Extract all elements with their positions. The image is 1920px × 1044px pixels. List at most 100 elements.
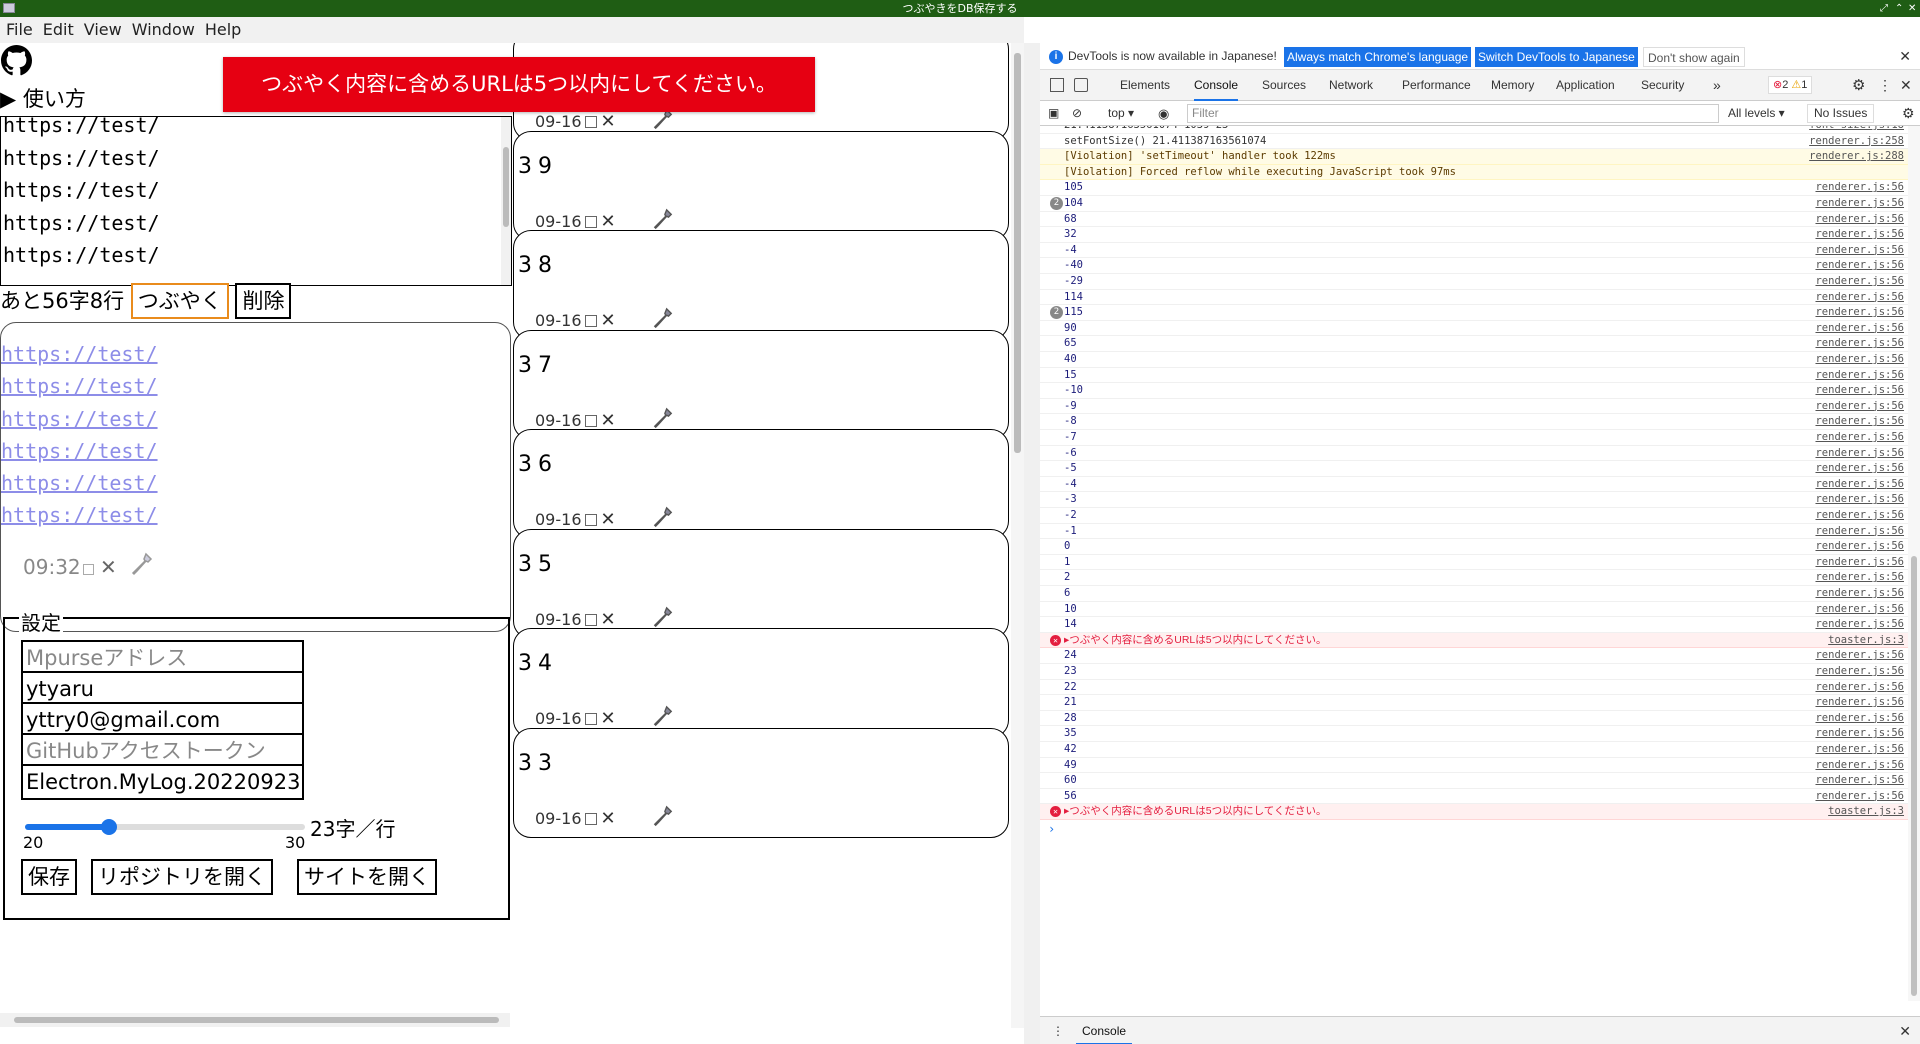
delete-post-icon[interactable]: ✕ <box>601 509 616 530</box>
source-link[interactable]: renderer.js:56 <box>1815 383 1904 399</box>
source-link[interactable]: renderer.js:56 <box>1815 789 1904 805</box>
usage-summary[interactable]: ▶ 使い方 <box>0 83 86 113</box>
delete-post-icon[interactable]: ✕ <box>601 211 616 232</box>
source-link[interactable]: renderer.js:56 <box>1815 461 1904 477</box>
console-settings-icon[interactable]: ⚙ <box>1902 101 1915 126</box>
source-link[interactable]: renderer.js:56 <box>1815 695 1904 711</box>
source-link[interactable]: renderer.js:56 <box>1815 711 1904 727</box>
post-checkbox[interactable] <box>584 116 597 128</box>
issues-button[interactable]: No Issues <box>1807 104 1875 123</box>
source-link[interactable]: renderer.js:56 <box>1815 508 1904 524</box>
preview-link[interactable]: https://test/ <box>1 435 158 467</box>
source-link[interactable]: renderer.js:56 <box>1815 321 1904 337</box>
source-link[interactable]: renderer.js:56 <box>1815 368 1904 384</box>
pin-icon[interactable] <box>652 705 674 727</box>
pane-divider[interactable] <box>1024 43 1040 1044</box>
preview-link[interactable]: https://test/ <box>1 370 158 402</box>
source-link[interactable]: renderer.js:56 <box>1815 742 1904 758</box>
switch-to-japanese-button[interactable]: Switch DevTools to Japanese <box>1475 47 1638 67</box>
delete-post-icon[interactable]: ✕ <box>601 708 616 729</box>
post-checkbox[interactable] <box>584 613 597 626</box>
source-link[interactable]: renderer.js:56 <box>1815 758 1904 774</box>
post-checkbox[interactable] <box>584 514 597 526</box>
source-link[interactable]: renderer.js:56 <box>1815 212 1904 228</box>
preview-link[interactable]: https://test/ <box>1 338 158 370</box>
source-link[interactable]: renderer.js:288 <box>1809 149 1904 165</box>
delete-post-icon[interactable]: ✕ <box>601 310 616 331</box>
drawer-menu-icon[interactable]: ⋮ <box>1052 1017 1064 1044</box>
eye-icon[interactable]: ◉ <box>1158 101 1169 126</box>
source-link[interactable]: renderer.js:56 <box>1815 227 1904 243</box>
tab-sources[interactable]: Sources <box>1262 70 1306 101</box>
source-link[interactable]: renderer.js:56 <box>1815 352 1904 368</box>
inspect-element-icon[interactable] <box>1050 78 1064 92</box>
save-button[interactable]: 保存 <box>21 859 77 895</box>
pin-icon[interactable] <box>652 208 674 230</box>
source-link[interactable]: renderer.js:56 <box>1815 305 1904 321</box>
repo-name-input[interactable]: Electron.MyLog.20220923 <box>21 764 304 800</box>
console-scrollbar[interactable] <box>1908 126 1920 1001</box>
delete-post-icon[interactable]: ✕ <box>601 111 616 132</box>
tab-network[interactable]: Network <box>1329 70 1373 101</box>
source-link[interactable]: renderer.js:56 <box>1815 258 1904 274</box>
minimize-icon[interactable]: ⌃ <box>1895 0 1903 17</box>
textarea-scrollbar[interactable] <box>501 117 511 285</box>
source-link[interactable]: renderer.js:56 <box>1815 196 1904 212</box>
delete-button[interactable]: 削除 <box>235 283 292 319</box>
source-link[interactable]: renderer.js:56 <box>1815 664 1904 680</box>
close-drawer-icon[interactable]: ✕ <box>1899 1017 1911 1044</box>
issue-counter[interactable]: ⊗2 ⚠1 <box>1768 76 1813 94</box>
source-link[interactable]: renderer.js:56 <box>1815 290 1904 306</box>
close-window-icon[interactable]: ✕ <box>1908 0 1916 17</box>
dont-show-again-button[interactable]: Don't show again <box>1643 47 1745 67</box>
context-selector[interactable]: top ▾ <box>1108 101 1134 126</box>
post-checkbox[interactable] <box>584 812 597 825</box>
post-checkbox[interactable] <box>584 315 597 327</box>
source-link[interactable]: renderer.js:56 <box>1815 680 1904 696</box>
settings-gear-icon[interactable]: ⚙ <box>1852 70 1865 101</box>
source-link[interactable]: renderer.js:56 <box>1815 524 1904 540</box>
source-link[interactable]: renderer.js:56 <box>1815 477 1904 493</box>
source-link[interactable]: renderer.js:56 <box>1815 430 1904 446</box>
source-link[interactable]: toaster.js:3 <box>1828 633 1904 649</box>
post-checkbox[interactable] <box>584 713 597 725</box>
preview-checkbox[interactable] <box>82 564 94 575</box>
drawer-tab-console[interactable]: Console <box>1076 1017 1133 1044</box>
source-link[interactable]: renderer.js:56 <box>1815 274 1904 290</box>
close-devtools-icon[interactable]: ✕ <box>1900 70 1912 101</box>
source-link[interactable]: renderer.js:56 <box>1815 570 1904 586</box>
open-repo-button[interactable]: リポジトリを開く <box>91 859 273 895</box>
menu-edit[interactable]: Edit <box>38 17 79 43</box>
source-link[interactable]: renderer.js:56 <box>1815 586 1904 602</box>
source-link[interactable]: renderer.js:56 <box>1815 726 1904 742</box>
sidebar-toggle-icon[interactable]: ▣ <box>1048 101 1059 126</box>
menu-window[interactable]: Window <box>127 17 200 43</box>
pin-icon[interactable] <box>652 805 674 827</box>
delete-post-icon[interactable]: ✕ <box>601 808 616 829</box>
pin-icon[interactable] <box>652 606 674 628</box>
menu-file[interactable]: File <box>0 17 38 43</box>
pin-icon[interactable] <box>652 506 674 528</box>
source-link[interactable]: renderer.js:56 <box>1815 773 1904 789</box>
tweet-button[interactable]: つぶやく <box>130 283 229 319</box>
source-link[interactable]: renderer.js:56 <box>1815 414 1904 430</box>
source-link[interactable]: renderer.js:56 <box>1815 336 1904 352</box>
preview-link[interactable]: https://test/ <box>1 403 158 435</box>
source-link[interactable]: toaster.js:3 <box>1828 804 1904 820</box>
always-match-language-button[interactable]: Always match Chrome's language <box>1284 47 1472 67</box>
tab-security[interactable]: Security <box>1641 70 1684 101</box>
source-link[interactable]: font-size.js:18 <box>1809 126 1904 134</box>
console-message[interactable]: ▸つぶやく内容に含めるURLは5つ以内にしてください。 <box>1064 804 1326 820</box>
tab-elements[interactable]: Elements <box>1120 70 1170 101</box>
tweet-textarea[interactable]: https://test/ https://test/ https://test… <box>0 116 512 286</box>
pin-icon[interactable] <box>131 552 153 576</box>
source-link[interactable]: renderer.js:56 <box>1815 180 1904 196</box>
preview-link[interactable]: https://test/ <box>1 499 158 531</box>
post-checkbox[interactable] <box>584 215 597 228</box>
tab-performance[interactable]: Performance <box>1402 70 1471 101</box>
delete-post-icon[interactable]: ✕ <box>601 410 616 431</box>
menu-help[interactable]: Help <box>200 17 246 43</box>
more-tabs-icon[interactable]: » <box>1713 70 1721 101</box>
slider-knob[interactable] <box>101 819 117 835</box>
delete-post-icon[interactable]: ✕ <box>601 609 616 630</box>
